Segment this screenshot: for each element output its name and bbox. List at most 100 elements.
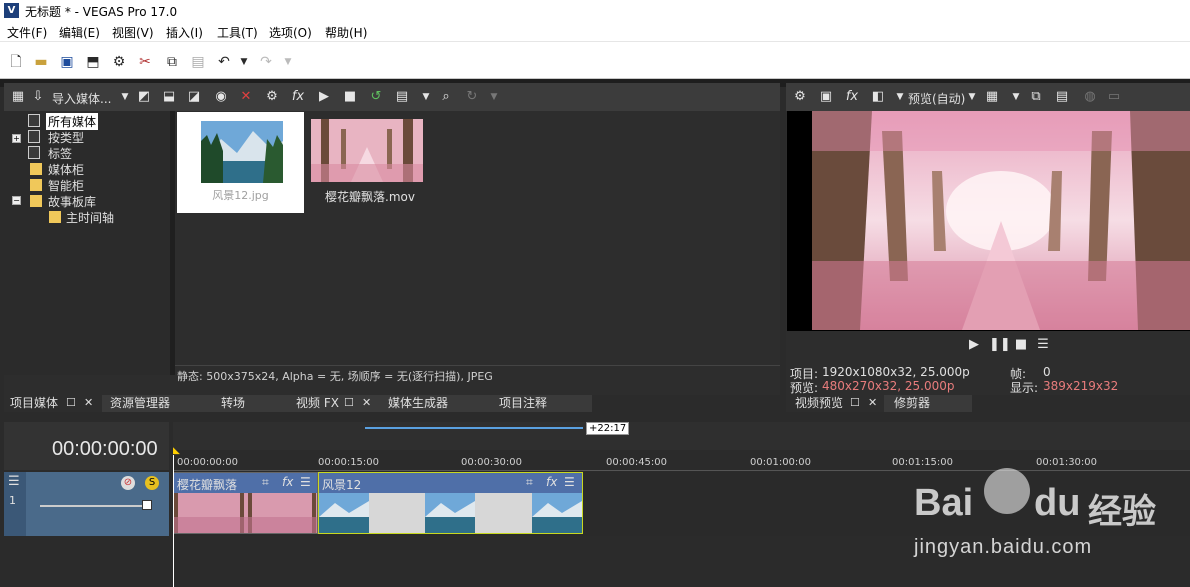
tree-item-tags[interactable]: 标签 xyxy=(48,145,72,162)
undo-icon[interactable]: ↶ xyxy=(216,54,232,70)
save-as-icon[interactable]: ⬒ xyxy=(85,54,101,70)
preview-fx-icon[interactable]: fx xyxy=(844,89,860,105)
menu-file[interactable]: 文件(F) xyxy=(7,24,47,41)
tab-video-preview[interactable]: 视频预览 ☐ ✕ xyxy=(786,395,884,412)
import-media-button[interactable]: 导入媒体... xyxy=(52,90,111,107)
thumbnail-card[interactable] xyxy=(311,119,423,182)
timeline-ruler[interactable]: 00:00:00:00 00:00:15:00 00:00:30:00 00:0… xyxy=(173,455,1190,471)
tab-media-generators[interactable]: 媒体生成器 xyxy=(388,395,448,412)
close-icon[interactable]: ✕ xyxy=(84,395,93,411)
redo-dropdown-icon[interactable]: ▼ xyxy=(280,54,296,70)
clip-menu-icon[interactable]: ☰ xyxy=(564,475,575,489)
pause-icon[interactable]: ❚❚ xyxy=(989,337,1011,353)
search-icon[interactable]: ⌕ xyxy=(438,89,454,105)
splitter[interactable] xyxy=(170,111,175,375)
open-folder-icon[interactable]: ▬ xyxy=(33,54,49,70)
undo-dropdown-icon[interactable]: ▼ xyxy=(236,54,252,70)
undock-icon[interactable]: ☐ xyxy=(66,395,76,411)
remove-unused-icon[interactable]: ◪ xyxy=(186,89,202,105)
web-media-icon[interactable]: ◉ xyxy=(213,89,229,105)
disabled-icon[interactable]: ▭ xyxy=(1106,89,1122,105)
redo-icon[interactable]: ↷ xyxy=(258,54,274,70)
close-icon[interactable]: ✕ xyxy=(868,395,877,411)
tab-video-fx[interactable]: 视频 FX ☐ ✕ xyxy=(296,395,376,412)
save-snapshot-icon[interactable]: ▤ xyxy=(1054,89,1070,105)
copy-snapshot-icon[interactable]: ⧉ xyxy=(1028,89,1044,105)
view-mode-icon[interactable]: ▤ xyxy=(394,89,410,105)
collapse-icon[interactable]: − xyxy=(12,196,21,205)
preview-properties-gear-icon[interactable]: ⚙ xyxy=(792,89,808,105)
video-track-header[interactable]: ☰ 1 ⊘ S xyxy=(4,472,169,536)
cut-icon[interactable]: ✂ xyxy=(137,54,153,70)
menu-edit[interactable]: 编辑(E) xyxy=(59,24,100,41)
disabled-icon[interactable]: ◍ xyxy=(1082,89,1098,105)
media-views-icon[interactable]: ▦ xyxy=(10,89,26,105)
stop-icon[interactable]: ■ xyxy=(342,89,358,105)
tree-item-smart-bin[interactable]: 智能柜 xyxy=(48,177,84,194)
properties-gear-icon[interactable]: ⚙ xyxy=(111,54,127,70)
overlays-dropdown-icon[interactable]: ▼ xyxy=(1008,89,1024,105)
auto-preview-icon[interactable]: ↺ xyxy=(368,89,384,105)
delete-icon[interactable]: ✕ xyxy=(238,89,254,105)
composite-level-slider[interactable] xyxy=(40,505,148,507)
overlays-grid-icon[interactable]: ▦ xyxy=(984,89,1000,105)
menu-tools[interactable]: 工具(T) xyxy=(217,24,258,41)
thumbnail-card-selected[interactable]: 风景12.jpg xyxy=(177,112,304,213)
tree-item-storyboard[interactable]: 故事板库 xyxy=(48,193,96,210)
split-screen-icon[interactable]: ◧ xyxy=(870,89,886,105)
mute-icon[interactable]: ⊘ xyxy=(121,476,135,490)
device-preview-icon[interactable]: ▣ xyxy=(818,89,834,105)
play-icon[interactable]: ▶ xyxy=(316,89,332,105)
save-icon[interactable]: ▣ xyxy=(59,54,75,70)
copy-icon[interactable]: ⧉ xyxy=(164,54,180,70)
import-dropdown-icon[interactable]: ▼ xyxy=(117,89,133,105)
tab-project-notes[interactable]: 项目注释 xyxy=(499,395,547,412)
view-dropdown-icon[interactable]: ▼ xyxy=(418,89,434,105)
ruler-label: 00:00:00:00 xyxy=(177,457,239,468)
expand-icon[interactable]: + xyxy=(12,134,21,143)
play-icon[interactable]: ▶ xyxy=(966,337,982,353)
clip-landscape[interactable]: 风景12 ⌗ fx ☰ xyxy=(318,472,583,534)
close-icon[interactable]: ✕ xyxy=(362,395,371,411)
paste-icon[interactable]: ▤ xyxy=(190,54,206,70)
undock-icon[interactable]: ☐ xyxy=(850,395,860,411)
crop-icon[interactable]: ⌗ xyxy=(526,475,533,490)
refresh-dropdown-icon[interactable]: ▼ xyxy=(486,89,502,105)
loop-region[interactable] xyxy=(365,427,583,429)
undock-icon[interactable]: ☐ xyxy=(344,395,354,411)
tab-project-media[interactable]: 项目媒体 ☐ ✕ xyxy=(4,395,102,412)
preview-quality-dropdown[interactable]: 预览(自动) xyxy=(908,90,965,107)
media-fx-icon[interactable]: fx xyxy=(290,89,306,105)
tab-trimmer[interactable]: 修剪器 xyxy=(894,395,930,412)
new-file-icon[interactable]: 🗋 xyxy=(8,54,24,70)
clip-cherry-blossom[interactable]: 樱花瓣飘落 ⌗ fx ☰ xyxy=(173,472,318,534)
solo-icon[interactable]: S xyxy=(145,476,159,490)
track-menu-icon[interactable]: ☰ xyxy=(8,474,20,489)
tree-item-by-type[interactable]: 按类型 xyxy=(48,129,84,146)
quality-dropdown-icon[interactable]: ▼ xyxy=(964,89,980,105)
refresh-icon[interactable]: ↻ xyxy=(464,89,480,105)
stop-icon[interactable]: ■ xyxy=(1013,337,1029,353)
crop-icon[interactable]: ⌗ xyxy=(262,475,269,490)
menu-icon[interactable]: ☰ xyxy=(1035,337,1051,353)
clip-menu-icon[interactable]: ☰ xyxy=(300,475,311,489)
get-media-icon[interactable]: ⬓ xyxy=(161,89,177,105)
capture-video-icon[interactable]: ◩ xyxy=(136,89,152,105)
tab-explorer[interactable]: 资源管理器 xyxy=(110,395,170,412)
tree-item-media-bin[interactable]: 媒体柜 xyxy=(48,161,84,178)
playhead-cursor[interactable] xyxy=(173,455,174,587)
loop-region-bar[interactable]: +22:17 xyxy=(173,422,1190,450)
tree-item-main-timeline[interactable]: 主时间轴 xyxy=(66,209,114,226)
menu-help[interactable]: 帮助(H) xyxy=(325,24,367,41)
media-properties-icon[interactable]: ⚙ xyxy=(264,89,280,105)
split-dropdown-icon[interactable]: ▼ xyxy=(892,89,908,105)
slider-handle[interactable] xyxy=(142,500,152,510)
tab-transitions[interactable]: 转场 xyxy=(221,395,245,412)
menu-insert[interactable]: 插入(I) xyxy=(166,24,203,41)
clip-fx-icon[interactable]: fx xyxy=(546,475,557,489)
import-media-icon[interactable]: ⇩ xyxy=(30,89,46,105)
tree-item-all-media[interactable]: 所有媒体 xyxy=(46,113,99,130)
menu-options[interactable]: 选项(O) xyxy=(269,24,312,41)
menu-view[interactable]: 视图(V) xyxy=(112,24,154,41)
clip-fx-icon[interactable]: fx xyxy=(282,475,293,489)
